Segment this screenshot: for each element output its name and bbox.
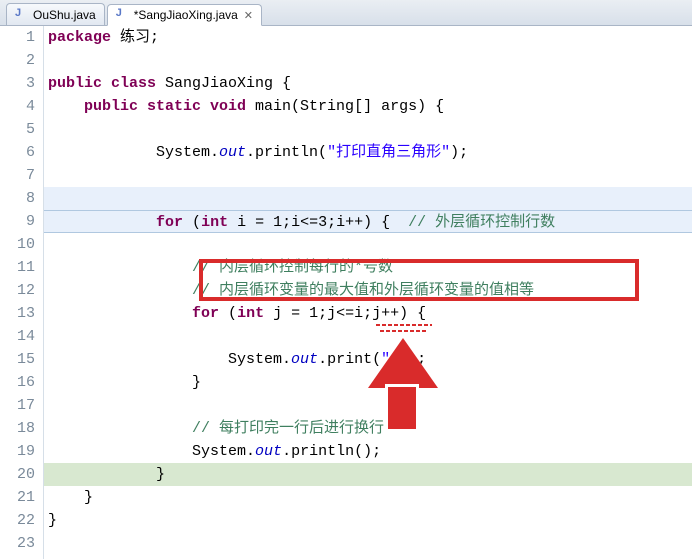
line-number: 2 (0, 49, 35, 72)
code-line[interactable]: // 每打印完一行后进行换行 (44, 417, 692, 440)
java-file-icon (116, 8, 130, 22)
line-number: 6 (0, 141, 35, 164)
tab-label: OuShu.java (33, 8, 96, 22)
tab-label: *SangJiaoXing.java (134, 8, 238, 22)
annotation-arrow-icon (368, 338, 438, 388)
underline-mark (376, 324, 432, 326)
line-number: 12 (0, 279, 35, 302)
code-line[interactable]: } (44, 463, 692, 486)
line-number: 18 (0, 417, 35, 440)
java-file-icon (15, 8, 29, 22)
code-line[interactable]: // 内层循环控制每行的*号数 (44, 256, 692, 279)
line-number: 1 (0, 26, 35, 49)
code-line[interactable]: System.out.println(); (44, 440, 692, 463)
code-line[interactable]: } (44, 509, 692, 532)
code-line[interactable]: System.out.println("打印直角三角形"); (44, 141, 692, 164)
code-line[interactable] (44, 187, 692, 210)
line-number: 7 (0, 164, 35, 187)
line-number: 20 (0, 463, 35, 486)
code-line[interactable]: public class SangJiaoXing { (44, 72, 692, 95)
line-number: 21 (0, 486, 35, 509)
line-number: 10 (0, 233, 35, 256)
code-line[interactable] (44, 532, 692, 555)
code-line[interactable]: // 内层循环变量的最大值和外层循环变量的值相等 (44, 279, 692, 302)
annotation-arrow-stem (385, 384, 419, 432)
editor: 1234567891011121314151617181920212223 pa… (0, 26, 692, 559)
line-number: 17 (0, 394, 35, 417)
line-number: 16 (0, 371, 35, 394)
tab-oushu[interactable]: OuShu.java (6, 3, 105, 25)
tab-bar: OuShu.java *SangJiaoXing.java ✕ (0, 0, 692, 26)
line-number: 5 (0, 118, 35, 141)
line-number: 14 (0, 325, 35, 348)
code-line[interactable] (44, 118, 692, 141)
line-number: 11 (0, 256, 35, 279)
code-line[interactable]: for (int j = 1;j<=i;j++) { (44, 302, 692, 325)
line-number: 9 (0, 210, 35, 233)
line-number: 4 (0, 95, 35, 118)
close-icon[interactable]: ✕ (244, 9, 253, 22)
line-number: 3 (0, 72, 35, 95)
line-number: 8 (0, 187, 35, 210)
line-number: 23 (0, 532, 35, 555)
code-line[interactable] (44, 394, 692, 417)
code-line[interactable]: for (int i = 1;i<=3;i++) { // 外层循环控制行数 (44, 210, 692, 233)
code-line[interactable]: package 练习; (44, 26, 692, 49)
code-line[interactable]: public static void main(String[] args) { (44, 95, 692, 118)
line-number: 15 (0, 348, 35, 371)
underline-mark (380, 330, 428, 332)
line-number-gutter: 1234567891011121314151617181920212223 (0, 26, 44, 559)
code-line[interactable] (44, 164, 692, 187)
tab-sangjiaoxing[interactable]: *SangJiaoXing.java ✕ (107, 4, 262, 26)
line-number: 13 (0, 302, 35, 325)
code-area[interactable]: package 练习; public class SangJiaoXing { p… (44, 26, 692, 559)
code-line[interactable]: } (44, 486, 692, 509)
line-number: 19 (0, 440, 35, 463)
line-number: 22 (0, 509, 35, 532)
code-line[interactable] (44, 233, 692, 256)
code-line[interactable] (44, 49, 692, 72)
